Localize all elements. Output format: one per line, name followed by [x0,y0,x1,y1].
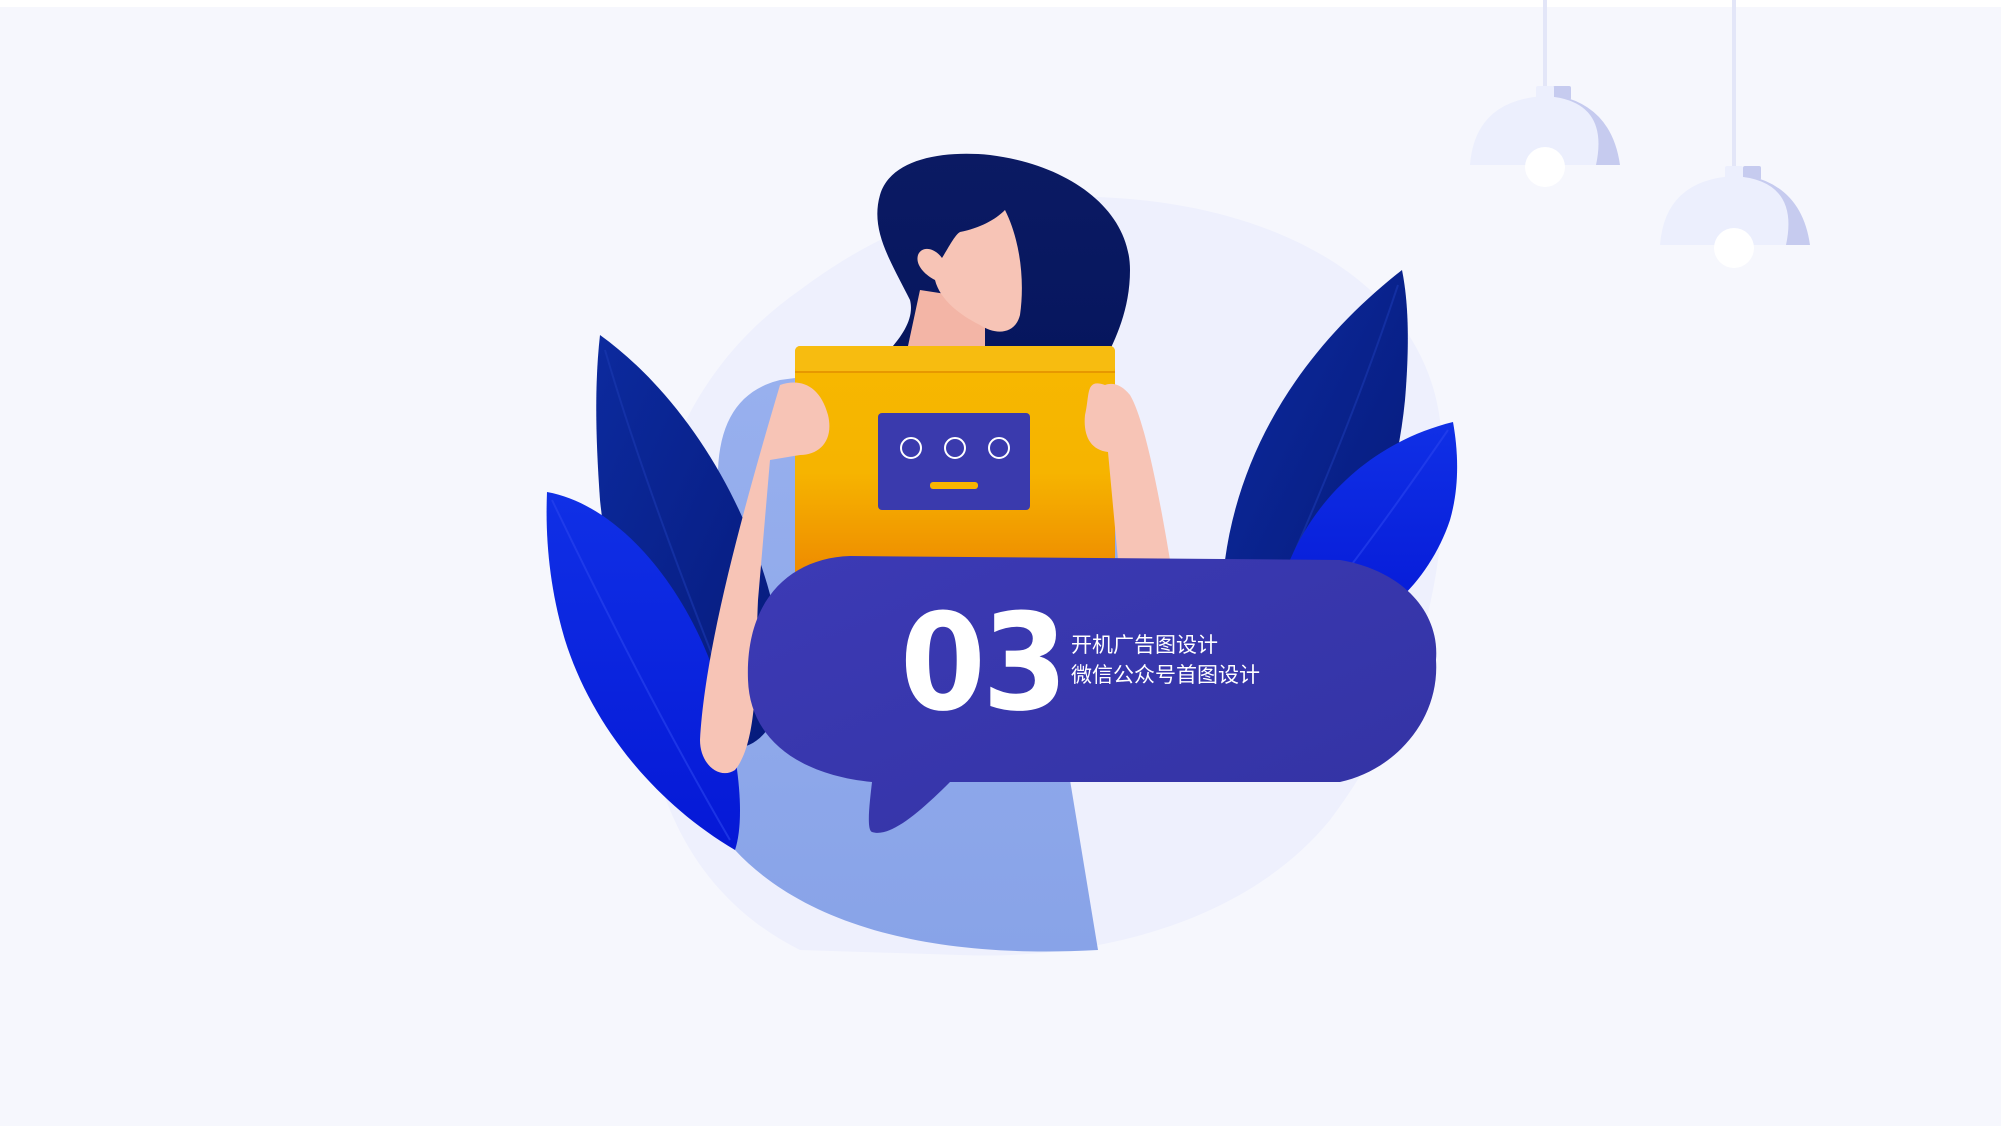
section-number: 03 [900,585,1068,741]
pendant-lamp-icon [1660,0,1810,268]
illustration [546,0,1810,956]
section-line: 开机广告图设计 [1071,633,1218,657]
robot-face-icon [878,413,1030,510]
slide-canvas: 03 开机广告图设计 微信公众号首图设计 [0,0,2001,1126]
pendant-lamp-icon [1470,0,1620,187]
section-description: 开机广告图设计 微信公众号首图设计 [1071,630,1260,690]
section-line: 微信公众号首图设计 [1071,663,1260,687]
